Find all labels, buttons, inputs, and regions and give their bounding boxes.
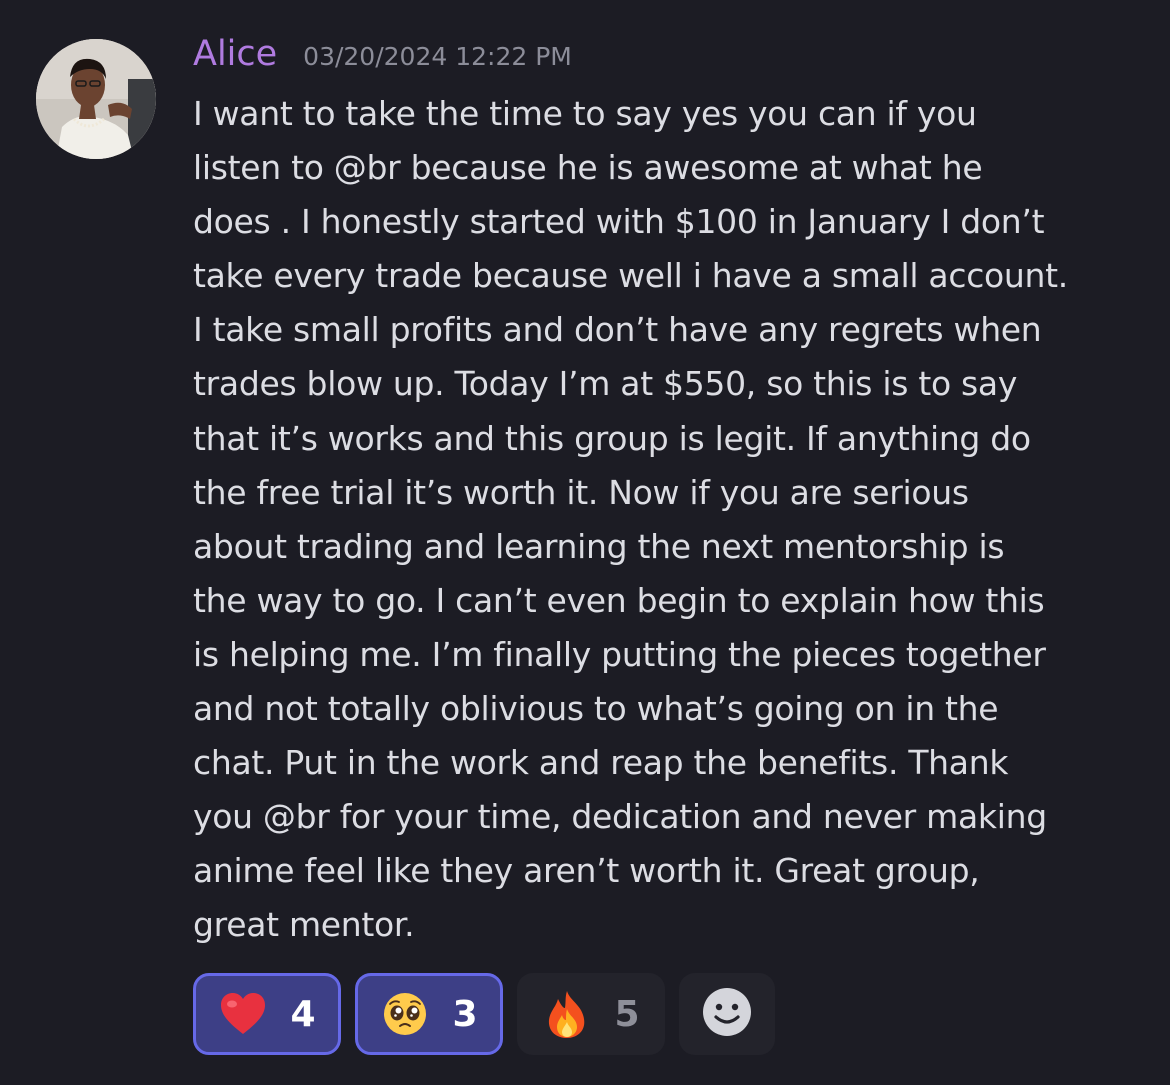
avatar-photo xyxy=(36,39,156,159)
message-line: trades blow up. Today I’m at $550, so th… xyxy=(193,364,1018,404)
reaction-count: 3 xyxy=(452,993,478,1035)
message-line: you @br for your time, dedication and ne… xyxy=(193,797,1047,837)
reactions-bar: 4 3 5 xyxy=(193,973,775,1055)
message-line: take every trade because well i have a s… xyxy=(193,256,1068,296)
reaction-count: 4 xyxy=(290,993,316,1035)
reaction-count: 5 xyxy=(614,993,640,1035)
message-content: I want to take the time to say yes you c… xyxy=(193,87,1153,953)
reaction-heart[interactable]: 4 xyxy=(193,973,341,1055)
timestamp: 03/20/2024 12:22 PM xyxy=(303,42,572,71)
user-avatar[interactable] xyxy=(36,39,156,159)
message-line: anime feel like they aren’t worth it. Gr… xyxy=(193,851,980,891)
message-line: that it’s works and this group is legit.… xyxy=(193,418,1031,458)
reaction-pleading-face[interactable]: 3 xyxy=(355,973,503,1055)
message-header: Alice 03/20/2024 12:22 PM xyxy=(193,34,572,84)
message-line: chat. Put in the work and reap the benef… xyxy=(193,743,1009,783)
reaction-fire[interactable]: 5 xyxy=(517,973,665,1055)
message-line: is helping me. I’m finally putting the p… xyxy=(193,634,1046,674)
smiley-add-reaction-icon xyxy=(701,986,753,1042)
message-line: I want to take the time to say yes you c… xyxy=(193,94,977,133)
message-line: listen to @br because he is awesome at w… xyxy=(193,148,983,188)
message-line: does . I honestly started with $100 in J… xyxy=(193,202,1045,242)
message-line: the free trial it’s worth it. Now if you… xyxy=(193,472,969,512)
message-line: great mentor. xyxy=(193,905,415,945)
message-line: I take small profits and don’t have any … xyxy=(193,310,1042,350)
message-line: and not totally oblivious to what’s goin… xyxy=(193,689,999,729)
username[interactable]: Alice xyxy=(193,34,277,74)
chat-message: Alice 03/20/2024 12:22 PM I want to take… xyxy=(0,0,1170,1085)
pleading-face-emoji xyxy=(380,989,430,1039)
message-line: about trading and learning the next ment… xyxy=(193,526,1005,566)
add-reaction-button[interactable] xyxy=(679,973,775,1055)
message-line: the way to go. I can’t even begin to exp… xyxy=(193,580,1045,620)
heart-emoji xyxy=(218,989,268,1039)
fire-emoji xyxy=(542,989,592,1039)
